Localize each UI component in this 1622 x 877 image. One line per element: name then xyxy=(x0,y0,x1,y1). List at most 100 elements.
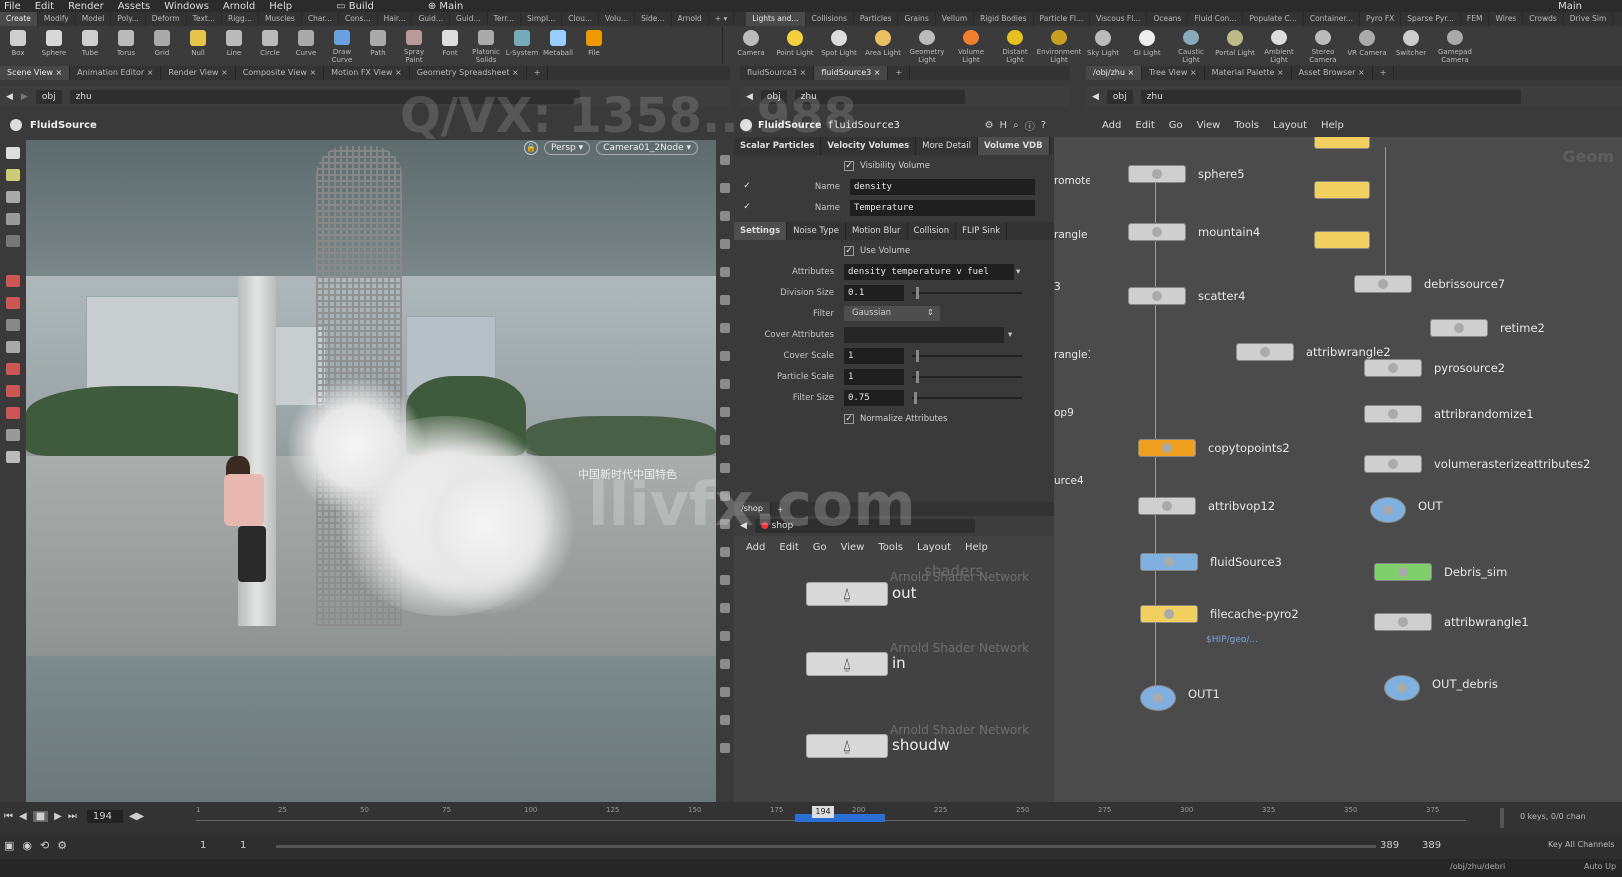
shelf-tab[interactable]: Clou... xyxy=(562,12,600,26)
persp-menu[interactable]: Persp ▾ xyxy=(544,141,591,155)
menu-item[interactable]: Go xyxy=(813,542,827,553)
add-pane-tab-icon[interactable]: + xyxy=(888,66,911,80)
pane-tab[interactable]: Tree View × xyxy=(1142,66,1205,80)
shelf-tool[interactable]: Switcher xyxy=(1389,26,1433,64)
shelf-tool[interactable]: Platonic Solids xyxy=(468,26,504,64)
shelf-tab[interactable]: Rigid Bodies xyxy=(974,12,1034,26)
network-node-label[interactable]: OUT1 xyxy=(1188,687,1220,701)
display-option-icon[interactable] xyxy=(720,491,730,501)
forward-arrow-icon[interactable]: ▶ xyxy=(21,92,28,102)
viewport-tool-icon[interactable] xyxy=(6,319,20,331)
menu-item[interactable]: Add xyxy=(746,542,765,553)
shelf-tab[interactable]: Sparse Pyr... xyxy=(1401,12,1461,26)
range-slider[interactable] xyxy=(276,845,1376,848)
info-icon[interactable]: ⓘ xyxy=(1025,118,1035,133)
shelf-tool[interactable]: Torus xyxy=(108,26,144,64)
play-reverse-icon[interactable]: ◀ xyxy=(19,811,27,822)
use-volume-checkbox[interactable]: ✓ xyxy=(844,245,854,256)
shelf-tool[interactable]: Grid xyxy=(144,26,180,64)
menu-help[interactable]: Help xyxy=(269,1,292,12)
network-node[interactable] xyxy=(1370,497,1406,523)
desktop-selector[interactable]: ▭ Build xyxy=(336,1,374,12)
range-start[interactable]: 1 xyxy=(200,840,206,851)
tab-more-detail[interactable]: More Detail xyxy=(916,137,978,155)
network-node[interactable] xyxy=(1384,675,1420,701)
realtime-icon[interactable]: ▣ xyxy=(4,839,14,852)
display-option-icon[interactable] xyxy=(720,631,730,641)
slider-knob[interactable] xyxy=(914,391,917,404)
display-option-icon[interactable] xyxy=(720,239,730,249)
shelf-tab[interactable]: Char... xyxy=(302,12,339,26)
attributes-dropdown-icon[interactable]: ▾ xyxy=(1016,267,1020,277)
current-frame-field[interactable]: 194 xyxy=(86,810,123,823)
shelf-tab[interactable]: Grains xyxy=(898,12,936,26)
subtab-settings[interactable]: Settings xyxy=(734,222,788,240)
desktop-main-selector[interactable]: ⊕ Main xyxy=(428,1,463,12)
filter-size-slider[interactable] xyxy=(912,391,1022,404)
menu-item[interactable]: Edit xyxy=(1135,120,1154,131)
menu-assets[interactable]: Assets xyxy=(118,1,151,12)
shelf-tab[interactable]: Collisions xyxy=(806,12,854,26)
shelf-tab[interactable]: Lights and... xyxy=(746,12,806,26)
network-node-label[interactable]: filecache-pyro2 xyxy=(1210,607,1299,621)
viewport-tool-icon[interactable] xyxy=(6,385,20,397)
back-arrow-icon[interactable]: ◀ xyxy=(1092,92,1099,102)
shelf-tab[interactable]: Muscles xyxy=(259,12,302,26)
shelf-tab[interactable]: Crowds xyxy=(1523,12,1564,26)
cover-attributes-field[interactable] xyxy=(844,326,1004,343)
shader-node-shoudw[interactable]: ⍙ xyxy=(806,734,888,758)
path-obj[interactable]: obj xyxy=(760,90,787,104)
shelf-tab[interactable]: Guid... xyxy=(450,12,488,26)
shelf-tool[interactable]: File xyxy=(576,26,612,64)
shelf-tool[interactable]: Tube xyxy=(72,26,108,64)
display-option-icon[interactable] xyxy=(720,435,730,445)
display-option-icon[interactable] xyxy=(720,267,730,277)
subtab-flip-sink[interactable]: FLIP Sink xyxy=(956,222,1008,240)
display-option-icon[interactable] xyxy=(720,407,730,417)
shelf-tool[interactable]: Curve xyxy=(288,26,324,64)
shelf-tool[interactable]: Null xyxy=(180,26,216,64)
shelf-tab[interactable]: Model xyxy=(76,12,112,26)
display-option-icon[interactable] xyxy=(720,547,730,557)
network-node[interactable] xyxy=(1138,497,1196,515)
shelf-tab[interactable]: Side... xyxy=(635,12,672,26)
menu-item[interactable]: Go xyxy=(1169,120,1183,131)
shelf-tool[interactable]: Spot Light xyxy=(817,26,861,64)
particle-scale-slider[interactable] xyxy=(912,370,1022,383)
network-node-label[interactable]: retime2 xyxy=(1500,321,1545,335)
shelf-tab[interactable]: Poly... xyxy=(111,12,146,26)
path-node[interactable]: zhu xyxy=(794,90,965,104)
viewport-tool-icon[interactable] xyxy=(6,213,20,225)
network-node-label[interactable]: fluidSource3 xyxy=(1210,555,1282,569)
shelf-tool[interactable]: Stereo Camera xyxy=(1301,26,1345,64)
network-node[interactable] xyxy=(1314,137,1370,149)
display-option-icon[interactable] xyxy=(720,463,730,473)
pane-tab[interactable]: Asset Browser × xyxy=(1292,66,1373,80)
parameter-node-name[interactable]: fluidSource3 xyxy=(827,120,899,131)
display-option-icon[interactable] xyxy=(720,519,730,529)
shelf-tool[interactable]: Spray Paint xyxy=(396,26,432,64)
viewport-tool-icon[interactable] xyxy=(6,297,20,309)
shelf-tab[interactable]: Cons... xyxy=(339,12,378,26)
menu-file[interactable]: File xyxy=(4,1,21,12)
network-node-label[interactable]: scatter4 xyxy=(1198,289,1246,303)
viewport-tool-icon[interactable] xyxy=(6,341,20,353)
network-node-label[interactable]: attribwrangle2 xyxy=(1306,345,1391,359)
normalize-checkbox[interactable]: ✓ xyxy=(844,413,854,424)
shelf-tool[interactable]: Path xyxy=(360,26,396,64)
path-obj[interactable]: obj xyxy=(1106,90,1133,104)
network-node[interactable] xyxy=(1138,439,1196,457)
display-option-icon[interactable] xyxy=(720,323,730,333)
menu-edit[interactable]: Edit xyxy=(35,1,54,12)
shelf-tab[interactable]: Arnold xyxy=(672,12,709,26)
network-node-fragment[interactable]: op9 xyxy=(1054,407,1074,419)
tab-volume-vdb[interactable]: Volume VDB xyxy=(977,137,1050,155)
pane-tab[interactable]: Geometry Spreadsheet × xyxy=(410,66,527,80)
viewport-tool-icon[interactable] xyxy=(6,169,20,181)
display-option-icon[interactable] xyxy=(720,575,730,585)
shelf-tool[interactable]: Draw Curve xyxy=(324,26,360,64)
network-node-fragment[interactable]: urce4 xyxy=(1054,475,1084,487)
camera-menu[interactable]: Camera01_2Node ▾ xyxy=(596,141,699,155)
menu-render[interactable]: Render xyxy=(68,1,104,12)
network-node-label[interactable]: Debris_sim xyxy=(1444,565,1507,579)
